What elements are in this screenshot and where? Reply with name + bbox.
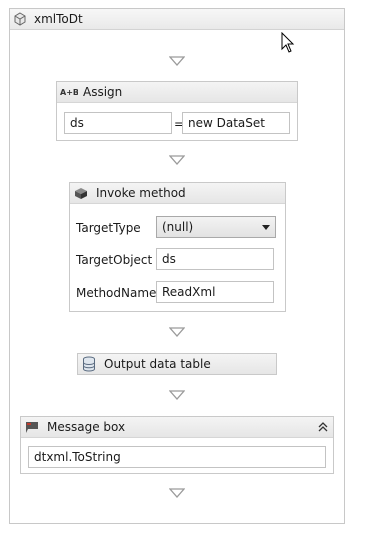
- sequence-container[interactable]: xmlToDt A+B Assign ds = new DataSet Invo…: [9, 8, 345, 524]
- output-data-table-title: Output data table: [104, 357, 211, 371]
- chevron-down-icon: [262, 225, 270, 230]
- message-box-icon: [24, 420, 40, 434]
- assign-icon: A+B: [60, 85, 79, 99]
- svg-text:A+B: A+B: [60, 88, 78, 97]
- database-icon: [82, 356, 98, 372]
- invoke-method-header[interactable]: Invoke method: [70, 183, 285, 204]
- assign-value-field[interactable]: new DataSet: [182, 112, 290, 134]
- target-object-label: TargetObject: [76, 253, 153, 267]
- invoke-method-title: Invoke method: [96, 186, 186, 200]
- drop-target-arrow-icon[interactable]: [169, 390, 185, 400]
- sequence-icon: [13, 12, 27, 26]
- method-name-label: MethodName: [76, 286, 157, 300]
- message-text-field[interactable]: dtxml.ToString: [28, 446, 326, 468]
- invoke-method-activity[interactable]: Invoke method TargetType (null) TargetOb…: [69, 182, 286, 312]
- method-name-field[interactable]: ReadXml: [156, 281, 274, 303]
- drop-target-arrow-icon[interactable]: [169, 56, 185, 66]
- assign-activity[interactable]: A+B Assign ds = new DataSet: [56, 81, 298, 141]
- message-box-header[interactable]: Message box: [21, 417, 333, 438]
- drop-target-arrow-icon[interactable]: [169, 155, 185, 165]
- target-type-select[interactable]: (null): [156, 216, 276, 238]
- target-type-value: (null): [162, 220, 194, 234]
- message-box-title: Message box: [47, 420, 126, 434]
- mouse-cursor-icon: [281, 31, 295, 54]
- drop-target-arrow-icon[interactable]: [169, 488, 185, 498]
- collapse-chevron-icon[interactable]: [317, 421, 329, 433]
- assign-header[interactable]: A+B Assign: [57, 82, 297, 103]
- sequence-title: xmlToDt: [34, 12, 83, 26]
- invoke-method-icon: [73, 186, 89, 200]
- output-data-table-header[interactable]: Output data table: [78, 354, 276, 374]
- assign-to-field[interactable]: ds: [64, 112, 172, 134]
- target-type-label: TargetType: [76, 221, 141, 235]
- assign-title: Assign: [83, 85, 123, 99]
- message-box-activity[interactable]: Message box dtxml.ToString: [20, 416, 334, 474]
- drop-target-arrow-icon[interactable]: [169, 327, 185, 337]
- target-object-field[interactable]: ds: [156, 248, 274, 270]
- output-data-table-activity[interactable]: Output data table: [77, 353, 277, 375]
- sequence-header[interactable]: xmlToDt: [10, 9, 344, 30]
